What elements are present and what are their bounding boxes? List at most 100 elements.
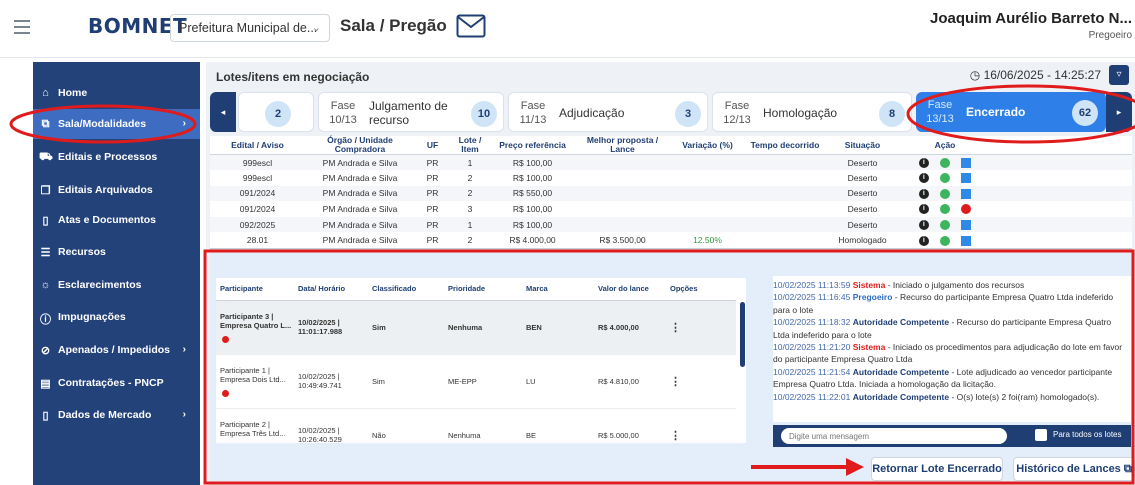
phase-card-3[interactable]: Fase 11/13 Adjudicação 3 [508, 92, 708, 132]
message-input[interactable] [781, 428, 1007, 444]
message-text: - O(s) lote(s) 2 foi(ram) homologado(s). [949, 391, 1100, 402]
sidebar-item-editais-e-processos[interactable]: ⛟ Editais e Processos [33, 142, 200, 172]
message-author: Autoridade Competente [852, 366, 950, 377]
sidebar-item-esclarecimentos[interactable]: ☼ Esclarecimentos [33, 270, 200, 300]
status-blue-icon[interactable] [961, 157, 972, 168]
menu-icon[interactable] [14, 20, 30, 34]
lotes-header-cell: Variação (%) [670, 136, 745, 155]
mail-icon[interactable] [456, 14, 486, 38]
table-row[interactable]: Participante 2 | Empresa Três Ltd... 10/0… [216, 408, 736, 443]
lotes-cell: Deserto [825, 216, 900, 233]
status-blue-icon[interactable] [961, 173, 972, 184]
table-row[interactable]: 091/2024 PM Andrada e Silva PR 3 R$ 100,00 De… [210, 201, 1132, 217]
table-row[interactable]: 28.01 PM Andrada e Silva PR 2 R$ 4.000,00 R$ … [210, 232, 1132, 249]
lances-header-cell: Marca [522, 278, 594, 301]
message-timestamp: 10/02/2025 11:22:01 [773, 391, 851, 402]
status-blue-icon[interactable] [961, 235, 972, 246]
lances-cell-classificado: Sim [368, 300, 444, 355]
message-timestamp: 10/02/2025 11:16:45 [773, 292, 851, 303]
message-entry: 10/02/2025 11:22:01 Autoridade Competent… [773, 391, 1125, 403]
message-entry: 10/02/2025 11:18:32 Autoridade Competent… [773, 316, 1125, 341]
chevron-right-icon: › [182, 344, 186, 355]
info-icon[interactable]: i [918, 220, 929, 231]
return-closed-lot-button[interactable]: Retornar Lote Encerrado [871, 457, 1003, 481]
sidebar-item-contratacoes-pncp[interactable]: ▤ Contratações - PNCP [33, 368, 200, 398]
sidebar-item-recursos[interactable]: ☰ Recursos [33, 237, 200, 267]
clock-icon: ◷ [969, 68, 981, 82]
sidebar-item-editais-arquivados[interactable]: ❐ Editais Arquivados [33, 175, 200, 205]
table-row[interactable]: 999escl PM Andrada e Silva PR 1 R$ 100,00 Des… [210, 154, 1132, 171]
phase-card-1[interactable]: 2 [238, 92, 314, 132]
table-row[interactable]: 999escl PM Andrada e Silva PR 2 R$ 100,00 Des… [210, 170, 1132, 186]
lances-cell-options[interactable]: ⋮ [666, 408, 736, 443]
sidebar-item-label: Recursos [58, 246, 106, 258]
lances-header-cell: Data/ Horário [294, 278, 368, 301]
top-bar: BOMNET Prefeitura Municipal de... ⌄ Sala … [0, 0, 1135, 58]
lotes-cell: PR [415, 216, 450, 233]
phase-label: Fase [927, 99, 953, 111]
lances-cell-options[interactable]: ⋮ [666, 300, 736, 355]
table-row[interactable]: Participante 1 | Empresa Dois Ltd... 10/0… [216, 354, 736, 409]
info-icon[interactable]: i [918, 204, 929, 215]
lotes-cell: 999escl [210, 154, 305, 171]
lances-options-text: ⋮ [670, 375, 681, 388]
status-green-icon[interactable] [940, 235, 950, 246]
status-green-icon[interactable] [940, 220, 950, 231]
sidebar-item-sala-modalidades[interactable]: ⧉ Sala/Modalidades › [33, 109, 200, 139]
table-row[interactable]: 091/2024 PM Andrada e Silva PR 2 R$ 550,00 De… [210, 185, 1132, 202]
copy-icon: ⧉ [41, 118, 50, 130]
lotes-header-cell: Edital / Aviso [210, 136, 305, 155]
info-icon[interactable]: i [918, 173, 929, 184]
message-compose-bar: Para todos os lotes [773, 425, 1131, 447]
alert-icon: ⓘ [40, 314, 51, 326]
status-red-icon[interactable] [961, 204, 972, 215]
status-green-icon[interactable] [940, 204, 950, 215]
status-green-icon[interactable] [940, 173, 950, 184]
lotes-cell: PR [415, 232, 450, 249]
user-name[interactable]: Joaquim Aurélio Barreto N... [930, 10, 1132, 27]
sidebar-item-dados-de-mercado[interactable]: ▯ Dados de Mercado › [33, 400, 200, 430]
sidebar: ⌂ Home ⧉ Sala/Modalidades › ⛟ Editais e Proces… [33, 62, 200, 485]
lances-cell-marca: BE [522, 408, 594, 443]
phase-count-badge: 8 [879, 101, 905, 127]
lotes-cell: R$ 3.500,00 [575, 232, 670, 249]
info-icon[interactable]: i [918, 235, 929, 246]
status-green-icon[interactable] [940, 157, 950, 168]
phase-next-button[interactable]: ▸ [1106, 92, 1132, 132]
message-author: Autoridade Competente [852, 317, 950, 328]
lotes-cell: Homologado [825, 232, 900, 249]
info-icon[interactable]: i [918, 188, 929, 199]
lotes-header-cell: UF [415, 136, 450, 155]
sidebar-item-apenados-impedidos[interactable]: ⊘ Apenados / Impedidos › [33, 335, 200, 365]
lances-scrollbar[interactable] [740, 302, 745, 367]
bid-history-button[interactable]: Histórico de Lances ⧉ [1013, 457, 1135, 481]
lotes-cell: Deserto [825, 154, 900, 171]
message-entry: 10/02/2025 11:13:59 Sistema - Iniciado o… [773, 279, 1125, 291]
lances-cell-marca: LU [522, 354, 594, 409]
phase-card-2[interactable]: Fase 10/13 Julgamento de recurso 10 [318, 92, 504, 132]
table-row[interactable]: 092/2025 PM Andrada e Silva PR 1 R$ 100,00 De… [210, 216, 1132, 233]
sidebar-item-atas-e-documentos[interactable]: ▯ Atas e Documentos [33, 205, 200, 235]
phase-card-4[interactable]: Fase 12/13 Homologação 8 [712, 92, 912, 132]
lotes-cell: PM Andrada e Silva [305, 232, 415, 249]
lances-cell-data: 10/02/2025 | 10:49:49.741 [294, 354, 368, 409]
status-blue-icon[interactable] [961, 220, 972, 231]
status-green-icon[interactable] [940, 188, 950, 199]
status-blue-icon[interactable] [961, 188, 972, 199]
row-spacer [990, 216, 1132, 233]
filter-button[interactable]: ▿ [1109, 65, 1129, 85]
phase-prev-button[interactable]: ◂ [210, 92, 236, 132]
phase-count-badge: 2 [265, 101, 291, 127]
organization-select[interactable]: Prefeitura Municipal de... ⌄ [170, 14, 330, 42]
folders-icon: ❐ [40, 185, 51, 197]
sidebar-item-home[interactable]: ⌂ Home [33, 78, 200, 108]
lotes-cell: 3 [450, 201, 490, 217]
info-icon[interactable]: i [918, 157, 929, 168]
lotes-cell [745, 185, 825, 202]
table-row[interactable]: Participante 3 | Empresa Quatro L... 10/0… [216, 300, 736, 355]
all-lots-checkbox[interactable] [1035, 429, 1047, 441]
phase-card-5[interactable]: Fase 13/13 Encerrado 62 [916, 92, 1106, 132]
lances-cell-options[interactable]: ⋮ [666, 354, 736, 409]
sidebar-item-label: Dados de Mercado [58, 409, 152, 421]
sidebar-item-impugnacoes[interactable]: ⓘ Impugnações [33, 302, 200, 332]
